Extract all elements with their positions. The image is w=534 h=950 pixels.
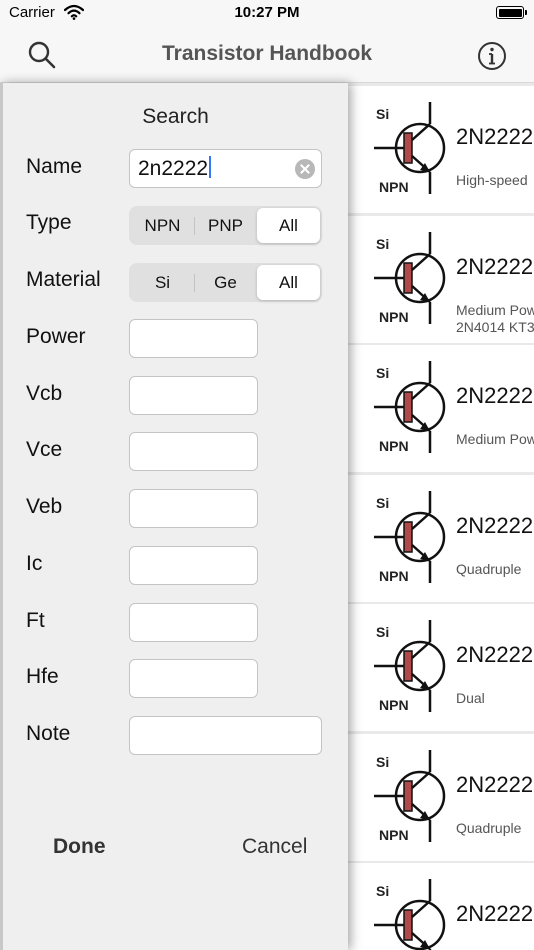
polarity-tag: NPN (379, 568, 409, 584)
material-label: Material (26, 268, 101, 291)
npn-transistor-icon: Si NPN (374, 361, 446, 454)
text-caret (209, 156, 212, 178)
material-option-ge[interactable]: Ge (194, 265, 257, 300)
hfe-field[interactable] (129, 659, 258, 698)
transistor-name: 2N2222 (456, 383, 534, 408)
transistor-name: 2N2222 (456, 771, 534, 797)
transistor-description: Medium Pow (456, 431, 534, 448)
power-label: Power (26, 325, 86, 348)
npn-transistor-icon: Si NPN (374, 231, 446, 325)
cancel-button[interactable]: Cancel (242, 835, 307, 859)
ic-label: Ic (26, 552, 43, 575)
type-segmented-control: NPN PNP All (129, 206, 322, 245)
list-item[interactable]: Si NPN 2N2222 Medium Pow (348, 345, 534, 472)
description-line: Quadruple (456, 560, 522, 577)
info-icon[interactable] (476, 40, 508, 72)
description-line: Dual (456, 690, 485, 706)
transistor-description: High-speed (456, 172, 528, 189)
description-line: Medium Pow (456, 431, 534, 447)
ft-field[interactable] (129, 603, 258, 642)
polarity-tag: NPN (379, 309, 409, 325)
material-tag: Si (376, 883, 389, 899)
polarity-tag: NPN (379, 179, 409, 195)
vcb-field[interactable] (129, 376, 258, 415)
npn-transistor-icon: Si NPN (374, 102, 446, 195)
transistor-list: Si NPN 2N2222 High-speed Si NPN 2N2222 Medium P… (348, 83, 534, 950)
list-item[interactable]: SiNPN2N2222Quadruple (348, 863, 534, 950)
transistor-name: 2N2222 (456, 642, 534, 667)
ft-label: Ft (26, 609, 45, 632)
description-line: Quadruple (456, 819, 522, 836)
transistor-description: Dual (456, 690, 485, 707)
description-line: 2N4014 KT3 (456, 318, 534, 335)
page-title: Transistor Handbook (161, 42, 373, 65)
battery-icon (496, 6, 527, 19)
nav-bar: Transistor Handbook (0, 28, 534, 83)
note-field[interactable] (129, 716, 322, 755)
clock: 10:27 PM (234, 4, 300, 21)
transistor-description: Medium Pow 2N4014 KT3 (456, 302, 534, 336)
search-panel: Search Name 2n2222 Type NPN PNP All Mate… (0, 83, 348, 950)
hfe-label: Hfe (26, 665, 59, 688)
transistor-name: 2N2222 (456, 124, 534, 149)
list-item[interactable]: Si NPN 2N2222 Quadruple (348, 733, 534, 861)
polarity-tag: NPN (379, 827, 409, 843)
material-tag: Si (376, 754, 389, 770)
npn-transistor-icon: Si NPN (374, 620, 446, 713)
npn-transistor-icon: Si NPN (374, 490, 446, 584)
material-tag: Si (376, 365, 389, 381)
vce-field[interactable] (129, 432, 258, 471)
npn-transistor-icon: Si NPN (374, 749, 446, 843)
note-label: Note (26, 722, 71, 745)
done-button[interactable]: Done (53, 835, 106, 859)
list-item[interactable]: Si NPN 2N2222 Medium Pow 2N4014 KT3 (348, 215, 534, 343)
transistor-name: 2N2222 (456, 901, 534, 926)
transistor-description: Quadruple (456, 561, 521, 578)
panel-title: Search (142, 105, 209, 128)
description-line: High-speed (456, 172, 528, 188)
material-option-si[interactable]: Si (131, 265, 194, 300)
vcb-label: Vcb (26, 382, 63, 405)
list-item[interactable]: Si NPN 2N2222 Dual (348, 604, 534, 731)
type-label: Type (26, 211, 72, 234)
power-field[interactable] (129, 319, 258, 358)
transistor-name: 2N2222 (456, 253, 534, 279)
material-tag: Si (376, 106, 389, 122)
clear-icon[interactable] (295, 159, 315, 179)
vce-label: Vce (26, 438, 63, 461)
name-field[interactable]: 2n2222 (129, 149, 322, 188)
material-segmented-control: Si Ge All (129, 263, 322, 302)
list-item[interactable]: Si NPN 2N2222 High-speed (348, 86, 534, 213)
polarity-tag: NPN (379, 697, 409, 713)
material-tag: Si (376, 495, 389, 511)
transistor-name: 2N2222 (456, 512, 534, 538)
name-label: Name (26, 155, 83, 178)
name-value: 2n2222 (138, 157, 209, 180)
ic-field[interactable] (129, 546, 258, 585)
material-option-all[interactable]: All (257, 265, 320, 300)
description-line: Medium Pow (456, 301, 534, 318)
type-option-npn[interactable]: NPN (131, 208, 194, 243)
polarity-tag: NPN (379, 438, 409, 454)
type-option-all[interactable]: All (257, 208, 320, 243)
material-tag: Si (376, 624, 389, 640)
type-option-pnp[interactable]: PNP (194, 208, 257, 243)
material-tag: Si (376, 236, 389, 252)
npn-transistor-icon: SiNPN (374, 879, 446, 950)
list-item[interactable]: Si NPN 2N2222 Quadruple (348, 474, 534, 602)
transistor-description: Quadruple (456, 820, 521, 837)
status-bar: Carrier 10:27 PM (0, 0, 534, 28)
veb-field[interactable] (129, 489, 258, 528)
veb-label: Veb (26, 495, 63, 518)
